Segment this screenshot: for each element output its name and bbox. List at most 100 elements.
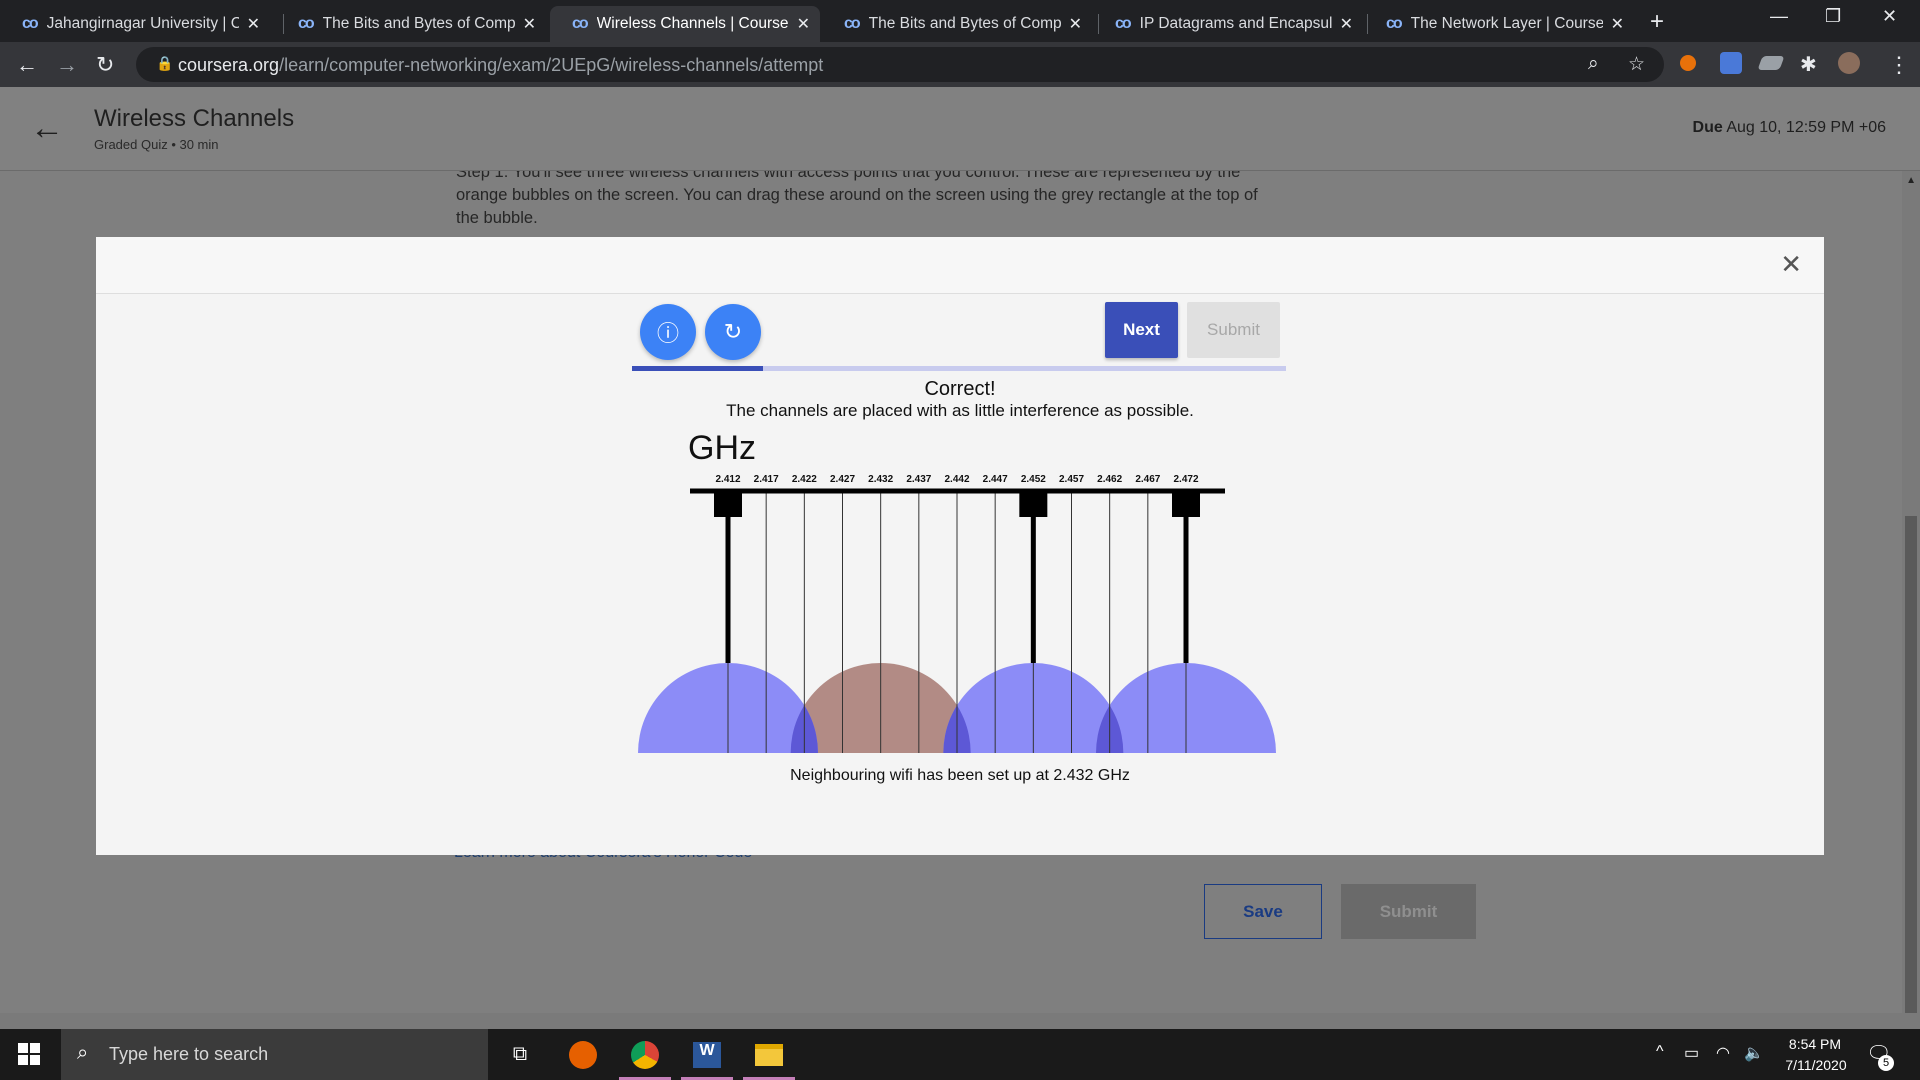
url-text[interactable]: coursera.org/learn/computer-networking/e… — [178, 55, 823, 76]
close-window-icon[interactable]: ✕ — [1882, 6, 1897, 27]
battery-icon[interactable]: ▭ — [1684, 1043, 1699, 1063]
frequency-tick-label: 2.457 — [1059, 474, 1084, 485]
browser-toolbar: ← → ↻ 🔒 coursera.org/learn/computer-netw… — [0, 42, 1920, 87]
notification-count: 5 — [1878, 1055, 1894, 1071]
frequency-tick-label: 2.452 — [1021, 474, 1046, 485]
address-bar[interactable]: 🔒 coursera.org/learn/computer-networking… — [136, 47, 1664, 82]
horizontal-scrollbar[interactable] — [0, 1013, 1920, 1029]
extension-key-icon[interactable] — [1680, 55, 1696, 71]
firefox-icon[interactable] — [553, 1029, 613, 1080]
chrome-icon[interactable] — [615, 1029, 675, 1080]
back-arrow-icon[interactable]: ← — [30, 109, 64, 148]
scroll-up-icon[interactable]: ▲ — [1906, 175, 1916, 186]
browser-tab[interactable]: co The Bits and Bytes of Compu ✕ — [822, 6, 1092, 42]
windows-taskbar: ⌕ Type here to search ⧉ W ^ ▭ ◠ 🔈 8:54 P… — [0, 1029, 1920, 1080]
volume-icon[interactable]: 🔈 — [1744, 1043, 1764, 1063]
browser-tab[interactable]: co The Bits and Bytes of Compu ✕ — [276, 6, 546, 42]
coursera-icon: co — [844, 15, 861, 32]
close-icon[interactable]: ✕ — [1611, 14, 1624, 34]
back-icon[interactable]: ← — [16, 52, 38, 78]
new-tab-button[interactable]: + — [1650, 8, 1664, 36]
browser-tab[interactable]: co IP Datagrams and Encapsulat ✕ — [1093, 6, 1363, 42]
frequency-tick-label: 2.462 — [1097, 474, 1122, 485]
frequency-tick-label: 2.427 — [830, 474, 855, 485]
coursera-icon: co — [22, 15, 39, 32]
access-point-handle[interactable] — [1019, 491, 1048, 517]
reload-icon[interactable]: ↻ — [96, 52, 114, 78]
vertical-scrollbar[interactable] — [1902, 171, 1920, 1029]
bookmark-star-icon[interactable]: ☆ — [1628, 53, 1645, 76]
frequency-tick-label: 2.432 — [868, 474, 893, 485]
coursera-icon: co — [1115, 15, 1132, 32]
frequency-tick-label: 2.417 — [754, 474, 779, 485]
frequency-tick-label: 2.467 — [1135, 474, 1160, 485]
avatar[interactable] — [1838, 52, 1860, 74]
quiz-header: ← Wireless Channels Graded Quiz • 30 min… — [0, 87, 1920, 171]
due-date: Due Aug 10, 12:59 PM +06 — [1693, 119, 1886, 137]
submit-button[interactable]: Submit — [1341, 884, 1476, 939]
coursera-icon: co — [1386, 15, 1403, 32]
menu-dots-icon[interactable]: ⋮ — [1888, 52, 1910, 78]
windows-start-icon[interactable] — [18, 1043, 40, 1065]
close-icon[interactable]: ✕ — [1340, 14, 1353, 34]
step-instructions: Step 1: You'll see three wireless channe… — [456, 163, 1258, 227]
wifi-icon[interactable]: ◠ — [1716, 1043, 1730, 1063]
tab-title: The Network Layer | Courser — [1410, 15, 1603, 32]
tab-title: Wireless Channels | Coursera — [596, 15, 789, 32]
scroll-thumb[interactable] — [1905, 516, 1917, 1029]
lab-modal: ✕ ⓘ ↻ Next Submit Correct! The channels … — [96, 237, 1824, 855]
tab-title: The Bits and Bytes of Compu — [868, 15, 1061, 32]
file-explorer-icon[interactable] — [739, 1029, 799, 1080]
zoom-icon[interactable]: ⌕ — [1588, 53, 1599, 75]
page-content: Step 1: You'll see three wireless channe… — [0, 87, 1920, 1029]
frequency-tick-label: 2.437 — [906, 474, 931, 485]
browser-tab[interactable]: co The Network Layer | Courser ✕ — [1364, 6, 1634, 42]
due-value: Aug 10, 12:59 PM +06 — [1726, 119, 1886, 136]
lock-icon: 🔒 — [156, 55, 174, 71]
task-view-icon[interactable]: ⧉ — [490, 1029, 550, 1080]
taskbar-search[interactable]: ⌕ Type here to search — [61, 1029, 488, 1080]
coursera-icon: co — [298, 15, 315, 32]
channel-diagram: GHz 2.412 2.417 2.422 2.427 2.432 2.437 2.442 2… — [638, 429, 1276, 753]
url-domain: coursera.org — [178, 55, 280, 75]
frequency-tick-label: 2.447 — [983, 474, 1008, 485]
quiz-subtitle: Graded Quiz • 30 min — [94, 137, 219, 152]
close-icon[interactable]: ✕ — [1069, 14, 1082, 34]
translate-icon[interactable] — [1720, 52, 1742, 74]
forward-icon[interactable]: → — [56, 52, 78, 78]
unit-label: GHz — [688, 429, 756, 467]
access-point-handle[interactable] — [1172, 491, 1200, 517]
frequency-tick-label: 2.442 — [944, 474, 969, 485]
close-icon[interactable]: ✕ — [523, 14, 536, 34]
tab-title: The Bits and Bytes of Compu — [322, 15, 515, 32]
url-path: /learn/computer-networking/exam/2UEpG/wi… — [279, 55, 824, 75]
tab-title: Jahangirnagar University | Co — [46, 15, 239, 32]
restore-icon[interactable]: ❐ — [1825, 6, 1841, 27]
close-icon[interactable]: ✕ — [797, 14, 810, 34]
coursera-icon: co — [572, 15, 589, 32]
frequency-tick-label: 2.422 — [792, 474, 817, 485]
notification-icon[interactable]: 🗨 5 — [1866, 1041, 1894, 1071]
minimize-icon[interactable]: — — [1770, 6, 1788, 27]
clock-time[interactable]: 8:54 PM — [1785, 1036, 1845, 1052]
clock-date[interactable]: 7/11/2020 — [1776, 1057, 1856, 1073]
word-icon[interactable]: W — [677, 1029, 737, 1080]
due-label: Due — [1692, 119, 1723, 136]
browser-tab-strip: co Jahangirnagar University | Co ✕ co Th… — [0, 0, 1920, 42]
search-icon: ⌕ — [77, 1042, 89, 1064]
frequency-tick-label: 2.472 — [1173, 474, 1198, 485]
access-point-handle[interactable] — [714, 491, 742, 517]
tab-title: IP Datagrams and Encapsulat — [1139, 15, 1332, 32]
puzzle-icon[interactable]: ✱ — [1800, 52, 1817, 77]
frequency-labels: 2.412 2.417 2.422 2.427 2.432 2.437 2.442 2.447… — [715, 474, 1198, 485]
browser-tab[interactable]: co Jahangirnagar University | Co ✕ — [0, 6, 270, 42]
neighbour-caption: Neighbouring wifi has been set up at 2.4… — [790, 767, 1130, 784]
frequency-tick-label: 2.412 — [715, 474, 740, 485]
quiz-title: Wireless Channels — [94, 105, 295, 132]
search-placeholder: Type here to search — [109, 1044, 269, 1064]
browser-tab-active[interactable]: co Wireless Channels | Coursera ✕ — [550, 6, 820, 42]
extension-icon[interactable] — [1757, 56, 1785, 70]
close-icon[interactable]: ✕ — [247, 14, 260, 34]
save-button[interactable]: Save — [1204, 884, 1322, 939]
show-hidden-icons-icon[interactable]: ^ — [1656, 1043, 1664, 1061]
